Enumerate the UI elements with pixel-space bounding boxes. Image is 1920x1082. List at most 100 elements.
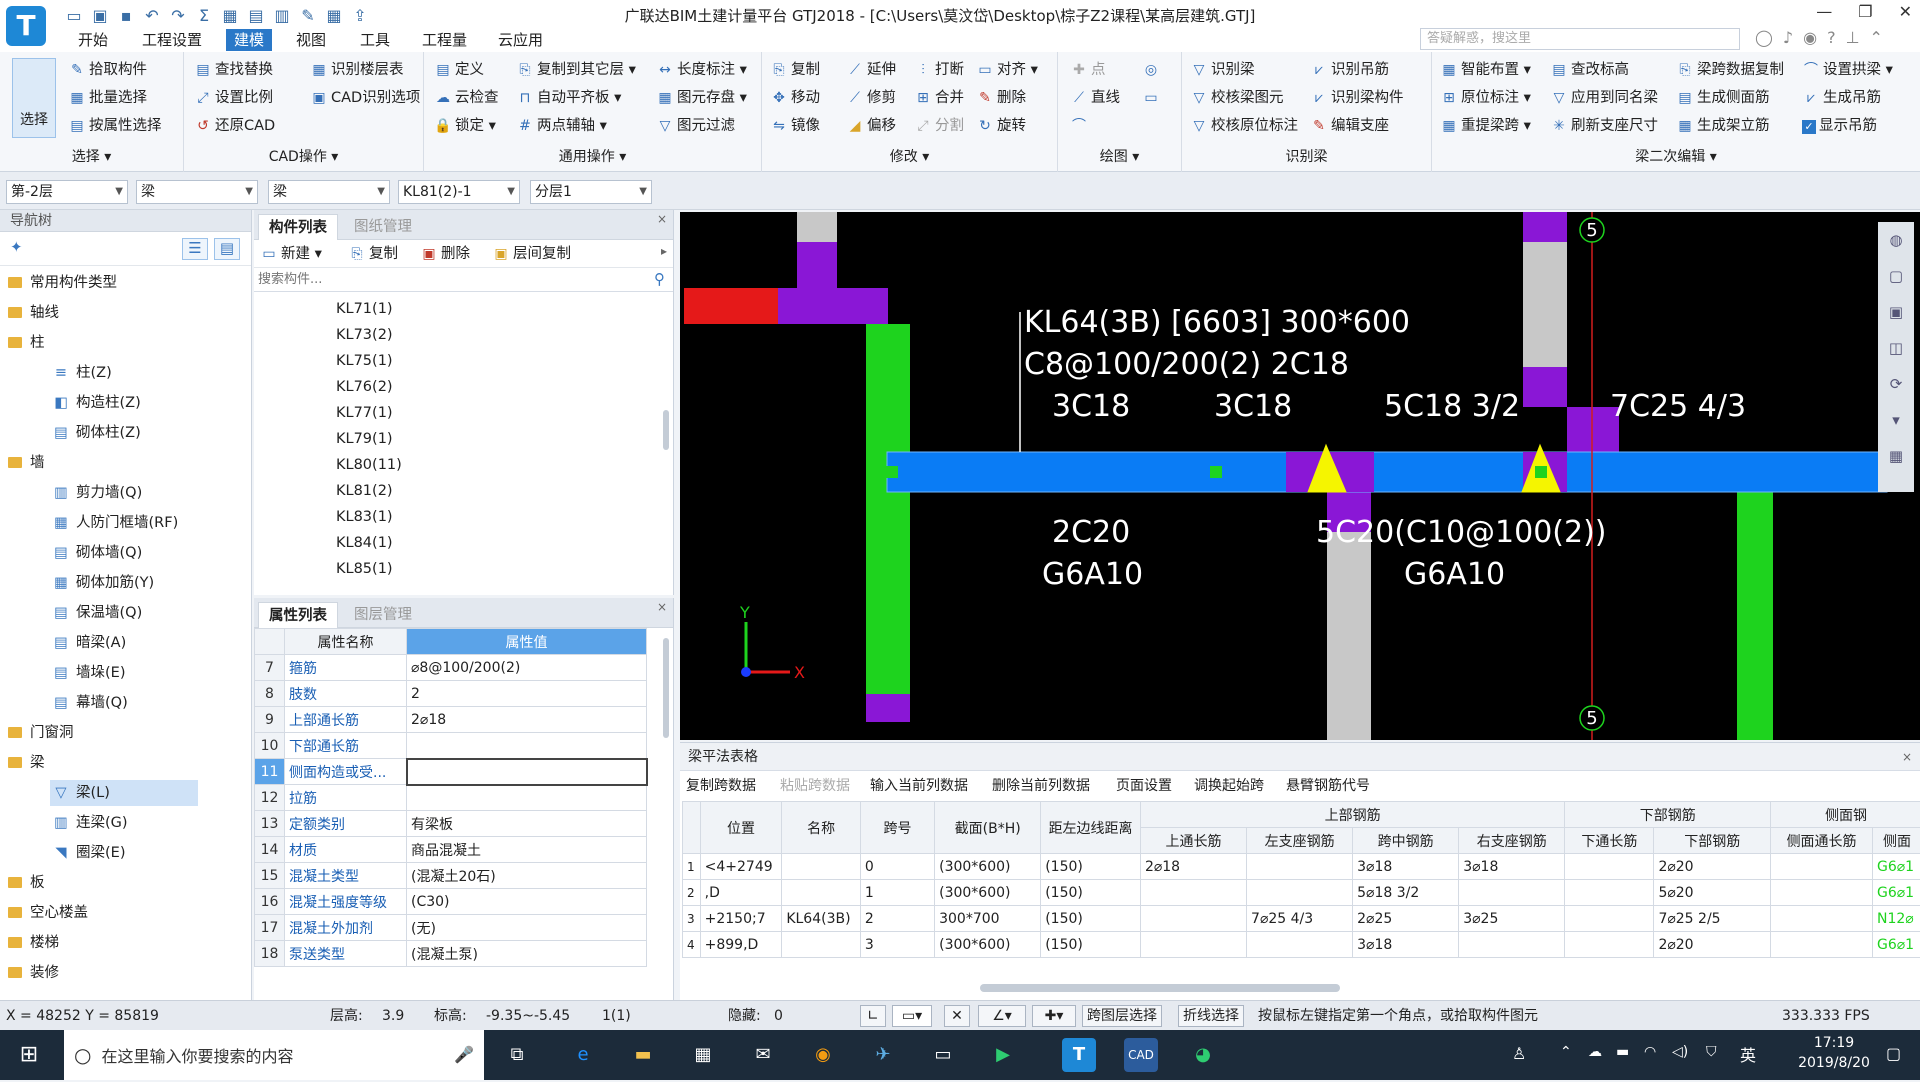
nav-folder[interactable]: 楼梯 [8, 930, 59, 956]
battery-icon[interactable]: ▬ [1616, 1044, 1629, 1060]
two-point-axis-button[interactable]: #两点辅轴 ▾ [516, 114, 607, 138]
cell-top-thru[interactable] [1140, 880, 1246, 906]
property-value[interactable]: 2 [407, 681, 647, 707]
pin-icon[interactable]: ✦ [10, 238, 23, 256]
component-list-item[interactable]: KL71(1) [336, 296, 393, 322]
nav-item[interactable]: ▤保温墙(Q) [52, 600, 142, 626]
export-icon[interactable]: ⇪ [348, 4, 372, 28]
smart-layout-button[interactable]: ▦智能布置 ▾ [1440, 58, 1531, 82]
windows-start-icon[interactable]: ⊞ [12, 1038, 46, 1072]
property-row[interactable]: 16混凝土强度等级(C30) [255, 889, 647, 915]
property-row[interactable]: 13定额类别有梁板 [255, 811, 647, 837]
tray-chevron-icon[interactable]: ⌃ [1560, 1044, 1572, 1060]
property-value[interactable]: (无) [407, 915, 647, 941]
cross-layer-select-button[interactable]: 跨图层选择 [1082, 1005, 1162, 1027]
bird-icon[interactable]: ✈ [866, 1038, 900, 1072]
cell-top-thru[interactable] [1140, 932, 1246, 958]
cell-name[interactable] [782, 854, 861, 880]
find-replace-button[interactable]: ▤查找替换 [194, 58, 273, 82]
lock-button[interactable]: 🔒锁定 ▾ [434, 114, 496, 138]
cell-sec[interactable]: 300*700 [935, 906, 1041, 932]
property-value[interactable]: 2⌀18 [407, 707, 647, 733]
property-value[interactable] [407, 759, 647, 785]
property-row[interactable]: 18泵送类型(混凝土泵) [255, 941, 647, 967]
store-icon[interactable]: ▦ [686, 1038, 720, 1072]
nav-folder[interactable]: 门窗洞 [8, 720, 74, 746]
move-button[interactable]: ✥移动 [770, 86, 820, 110]
menu-tab-start[interactable]: 开始 [70, 29, 116, 51]
identify-beam-button[interactable]: ▽识别梁 [1190, 58, 1255, 82]
group-label[interactable]: 选择 ▾ [0, 146, 183, 166]
clock-date[interactable]: 2019/8/20 [1784, 1055, 1884, 1071]
property-row[interactable]: 10下部通长筋 [255, 733, 647, 759]
element-filter-button[interactable]: ▽图元过滤 [656, 114, 735, 138]
taskbar-search[interactable]: ○在这里输入你要搜索的内容 🎤 [64, 1030, 484, 1080]
menu-tab-project-settings[interactable]: 工程设置 [134, 29, 210, 51]
close-icon[interactable]: × [1902, 743, 1912, 771]
tab-layer-management[interactable]: 图层管理 [344, 602, 422, 628]
nav-item[interactable]: ▤暗梁(A) [52, 630, 126, 656]
nav-item[interactable]: ▤幕墙(Q) [52, 690, 128, 716]
cell-left[interactable]: 7⌀25 4/3 [1247, 906, 1353, 932]
select-by-property-button[interactable]: ▤按属性选择 [68, 114, 162, 138]
component-list-item[interactable]: KL73(2) [336, 322, 393, 348]
gen-erection-bar-button[interactable]: ▦生成架立筋 [1676, 114, 1770, 138]
cell-mid[interactable]: 3⌀18 [1353, 854, 1459, 880]
angle-icon[interactable]: ∠▾ [978, 1005, 1026, 1027]
cell-sec[interactable]: (300*600) [935, 880, 1041, 906]
cell-sec[interactable]: (300*600) [935, 932, 1041, 958]
arc-icon[interactable]: ⌒ [1070, 114, 1091, 138]
cell-pos[interactable]: +899,D [700, 932, 782, 958]
component-list-item[interactable]: KL85(1) [336, 556, 393, 582]
cad-options-button[interactable]: ▣CAD识别选项 [310, 86, 420, 110]
ime-indicator[interactable]: 英 [1740, 1042, 1756, 1066]
component-dropdown[interactable]: KL81(2)-1▼ [398, 180, 520, 204]
property-value[interactable]: ⌀8@100/200(2) [407, 655, 647, 681]
check-elevation-button[interactable]: ▤查改标高 [1550, 58, 1629, 82]
apply-same-beam-button[interactable]: ▽应用到同名梁 [1550, 86, 1658, 110]
menu-tab-view[interactable]: 视图 [288, 29, 334, 51]
cube-icon[interactable]: ◫ [1878, 330, 1914, 366]
property-value[interactable] [407, 785, 647, 811]
component-list-item[interactable]: KL79(1) [336, 426, 393, 452]
cell-side[interactable]: G6⌀1 [1872, 880, 1920, 906]
pen-icon[interactable]: ✎ [296, 4, 320, 28]
table-icon[interactable]: ▦ [322, 4, 346, 28]
menu-tab-quantity[interactable]: 工程量 [414, 29, 475, 51]
merge-button[interactable]: ⊞合并 [914, 86, 964, 110]
nav-folder[interactable]: 梁 [8, 750, 45, 776]
property-value[interactable]: (C30) [407, 889, 647, 915]
property-value[interactable]: 商品混凝土 [407, 837, 647, 863]
nav-item[interactable]: ▦人防门框墙(RF) [52, 510, 178, 536]
column-purple[interactable] [866, 694, 910, 722]
beam-span-row[interactable]: 3+2150;7KL64(3B)2300*700(150)7⌀25 4/32⌀2… [683, 906, 1920, 932]
close-icon[interactable]: × [657, 600, 667, 614]
cloud-check-button[interactable]: ☁云检查 [434, 86, 499, 110]
cell-span[interactable]: 2 [860, 906, 934, 932]
report-icon[interactable]: ▤ [244, 4, 268, 28]
copy-component-button[interactable]: ⎘复制 [348, 242, 398, 266]
bell-icon[interactable]: ♪ [1783, 28, 1793, 47]
copy-to-other-floor-button[interactable]: ⎘复制到其它层 ▾ [516, 58, 636, 82]
component-list-item[interactable]: KL81(2) [336, 478, 393, 504]
top-view-icon[interactable]: ▣ [1878, 294, 1914, 330]
task-view-icon[interactable]: ⧉ [500, 1038, 534, 1072]
red-slab[interactable] [684, 288, 778, 324]
column-grey[interactable] [1327, 532, 1371, 740]
floor-dropdown[interactable]: 第-2层▼ [6, 180, 128, 204]
menu-tab-cloud[interactable]: 云应用 [490, 29, 551, 51]
cell-bot-thru[interactable] [1565, 854, 1654, 880]
cell-span[interactable]: 3 [860, 932, 934, 958]
cell-pos[interactable]: <4+2749 [700, 854, 782, 880]
nav-folder[interactable]: 空心楼盖 [8, 900, 88, 926]
line-button[interactable]: ⟋直线 [1070, 86, 1120, 110]
check-in-situ-label-button[interactable]: ▽校核原位标注 [1190, 114, 1298, 138]
tab-drawing-management[interactable]: 图纸管理 [344, 214, 422, 240]
mirror-button[interactable]: ⇋镜像 [770, 114, 820, 138]
swap-start-span-button[interactable]: 调换起始跨 [1194, 771, 1264, 801]
cell-pos[interactable]: ,D [700, 880, 782, 906]
edit-support-button[interactable]: ✎编辑支座 [1310, 114, 1389, 138]
rect-icon[interactable]: ▭ [1142, 86, 1163, 110]
column-grey[interactable] [1523, 242, 1567, 367]
property-value[interactable]: 有梁板 [407, 811, 647, 837]
